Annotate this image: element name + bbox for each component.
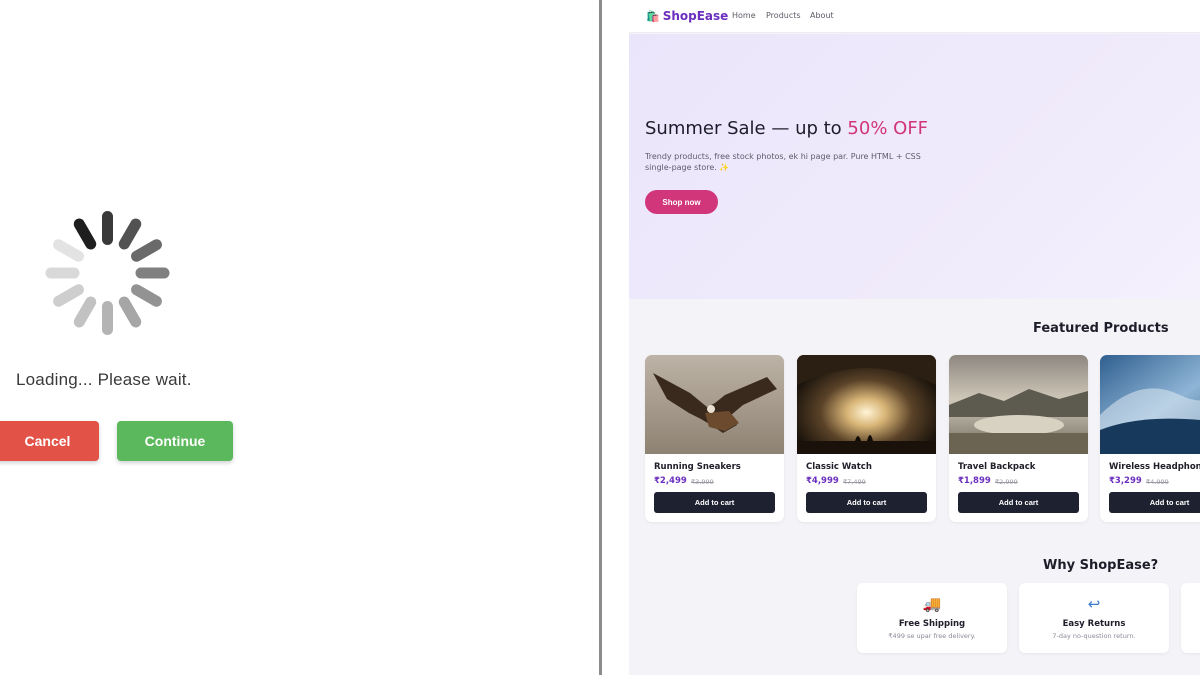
feature-description: ₹499 se upar free delivery. — [888, 632, 976, 640]
spinner-segment — [128, 282, 164, 309]
top-navigation: 🛍️ ShopEase Home Products About — [629, 0, 1200, 33]
shopping-bags-icon: 🛍️ — [646, 10, 660, 23]
spinner-segment — [128, 237, 164, 264]
product-name: Classic Watch — [806, 462, 872, 472]
nav-link-products[interactable]: Products — [766, 11, 801, 20]
pane-divider[interactable] — [599, 0, 602, 675]
product-card[interactable]: Travel Backpack ₹1,899 ₹2,999 Add to car… — [949, 355, 1088, 522]
product-name: Wireless Headphones — [1109, 462, 1200, 472]
brand-name: ShopEase — [662, 9, 729, 23]
feature-description: 7-day no-question return. — [1052, 632, 1136, 640]
feature-title: Easy Returns — [1062, 619, 1126, 629]
add-to-cart-button[interactable]: Add to cart — [1109, 492, 1200, 513]
spinner-segment — [71, 294, 99, 330]
product-card[interactable]: Classic Watch ₹4,999 ₹7,499 Add to cart — [797, 355, 936, 522]
spinner-segment — [51, 237, 87, 264]
shop-now-button[interactable]: Shop now — [645, 190, 718, 214]
product-card[interactable]: Running Sneakers ₹2,499 ₹3,999 Add to ca… — [645, 355, 784, 522]
spinner-segment — [102, 301, 113, 335]
cancel-button[interactable]: Cancel — [0, 421, 99, 461]
nav-link-home[interactable]: Home — [732, 11, 756, 20]
product-card[interactable]: Wireless Headphones ₹3,299 ₹4,999 Add to… — [1100, 355, 1200, 522]
hero-banner: Summer Sale — up to 50% OFF Trendy produ… — [629, 34, 1200, 299]
loading-message: Loading... Please wait. — [16, 370, 192, 389]
shop-page: 🛍️ ShopEase Home Products About Summer Sa… — [629, 0, 1200, 675]
product-price: ₹4,999 — [806, 476, 839, 486]
product-image-wave — [1100, 355, 1200, 454]
loading-dialog: Loading... Please wait. Cancel Continue — [0, 0, 600, 675]
product-price: ₹3,299 — [1109, 476, 1142, 486]
feature-card-partial — [1181, 583, 1200, 653]
truck-icon: 🚚 — [922, 595, 942, 613]
feature-card-free-shipping: 🚚 Free Shipping ₹499 se upar free delive… — [857, 583, 1007, 653]
spinner-segment — [45, 267, 80, 279]
loading-spinner-icon — [44, 209, 172, 337]
product-image-eagle — [645, 355, 784, 454]
why-shopease-heading: Why ShopEase? — [1043, 558, 1159, 573]
continue-button[interactable]: Continue — [117, 421, 233, 461]
spinner-segment — [51, 282, 87, 309]
return-arrow-icon: ↩ — [1087, 595, 1101, 613]
product-image-cave — [797, 355, 936, 454]
product-old-price: ₹4,999 — [1146, 478, 1169, 486]
brand-logo[interactable]: 🛍️ ShopEase — [646, 9, 728, 23]
hero-subtitle: Trendy products, free stock photos, ek h… — [645, 152, 921, 172]
spinner-segment — [102, 211, 113, 245]
spinner-segment — [135, 267, 170, 279]
nav-link-about[interactable]: About — [810, 11, 834, 20]
feature-title: Free Shipping — [898, 619, 966, 629]
hero-title-highlight: 50% OFF — [847, 118, 929, 139]
hero-title: Summer Sale — up to 50% OFF — [645, 118, 928, 139]
product-old-price: ₹7,499 — [843, 478, 866, 486]
add-to-cart-button[interactable]: Add to cart — [806, 492, 927, 513]
spinner-segment — [116, 294, 144, 330]
split-screen: Loading... Please wait. Cancel Continue … — [0, 0, 1200, 675]
spinner-segment — [116, 216, 144, 252]
hero-title-text: Summer Sale — up to — [645, 118, 848, 139]
featured-products-heading: Featured Products — [1033, 321, 1169, 336]
product-price: ₹1,899 — [958, 476, 991, 486]
product-name: Running Sneakers — [654, 462, 741, 472]
spinner-segment — [71, 216, 99, 252]
feature-card-easy-returns: ↩ Easy Returns 7-day no-question return. — [1019, 583, 1169, 653]
product-name: Travel Backpack — [958, 462, 1036, 472]
add-to-cart-button[interactable]: Add to cart — [958, 492, 1079, 513]
product-old-price: ₹3,999 — [691, 478, 714, 486]
product-price: ₹2,499 — [654, 476, 687, 486]
product-image-landscape — [949, 355, 1088, 454]
product-old-price: ₹2,999 — [995, 478, 1018, 486]
add-to-cart-button[interactable]: Add to cart — [654, 492, 775, 513]
